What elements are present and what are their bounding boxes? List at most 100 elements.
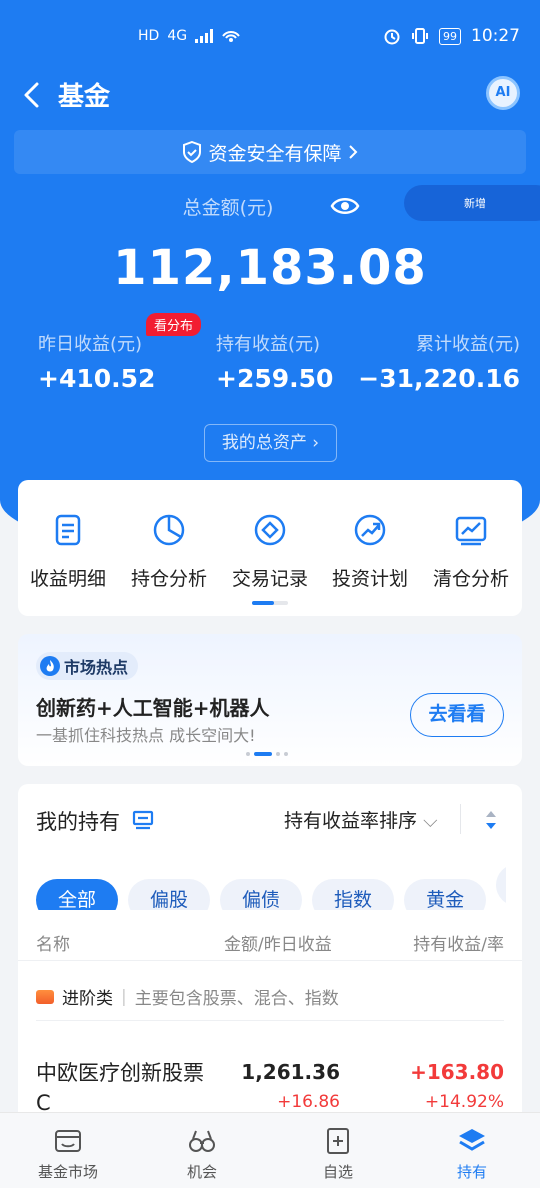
- vibrate-icon: [412, 28, 428, 44]
- chip-gold[interactable]: 黄金: [404, 879, 487, 910]
- tool-income-detail[interactable]: 收益明细: [18, 512, 118, 591]
- tool-label: 清仓分析: [432, 568, 509, 590]
- tool-label: 交易记录: [231, 568, 308, 590]
- tab-label: 持有: [456, 1163, 487, 1181]
- carousel-dot: [246, 752, 250, 756]
- category-icon: [36, 989, 54, 1004]
- tool-investment-plan[interactable]: 投资计划: [320, 512, 420, 591]
- stat-value: −31,220.16: [358, 364, 520, 393]
- battery-indicator: 99: [439, 27, 461, 45]
- carousel-dot-active: [254, 752, 272, 756]
- fire-icon: [40, 656, 60, 676]
- stat-label: 累计收益(元): [415, 334, 520, 355]
- tool-clearance-analysis[interactable]: 清仓分析: [421, 512, 521, 591]
- network-icon: 4G: [167, 28, 188, 44]
- carousel-dots: [246, 752, 288, 756]
- column-header-amount: 金额/昨日收益: [224, 935, 332, 955]
- carousel-dot: [284, 752, 288, 756]
- tab-label: 基金市场: [37, 1163, 98, 1181]
- tool-label: 持仓分析: [130, 568, 207, 590]
- status-right: 99 10:27: [383, 26, 520, 46]
- ai-assistant-icon[interactable]: AI: [486, 76, 520, 110]
- total-amount: 112,183.08: [113, 240, 427, 296]
- screen-icon[interactable]: [132, 809, 154, 831]
- column-header-holding: 持有收益/率: [413, 935, 504, 955]
- tool-label: 收益明细: [29, 568, 106, 590]
- promo-mini-card[interactable]: 新增: [404, 185, 540, 221]
- tool-transactions[interactable]: 交易记录: [220, 512, 320, 591]
- growth-icon: [354, 514, 386, 546]
- pie-chart-icon: [153, 514, 185, 546]
- fund-amount: 1,261.36: [241, 1060, 340, 1084]
- market-hot-tag: 市场热点: [36, 652, 139, 680]
- hot-title: 创新药+人工智能+机器人: [36, 696, 270, 720]
- safety-banner[interactable]: 资金安全有保障: [14, 130, 526, 174]
- fund-holding-income: +163.80: [410, 1060, 504, 1084]
- divider: [36, 1020, 504, 1021]
- hot-tag-label: 市场热点: [64, 658, 129, 677]
- column-header-name: 名称: [36, 935, 70, 955]
- filter-chips: 全部 偏股 偏债 指数 黄金: [36, 864, 506, 910]
- tab-fund-market[interactable]: 基金市场: [18, 1125, 118, 1182]
- status-bar: HD 4G 99 10:27: [0, 0, 540, 74]
- chip-index[interactable]: 指数: [312, 879, 395, 910]
- market-icon: [55, 1130, 81, 1152]
- stat-label: 持有收益(元): [216, 334, 321, 355]
- go-see-button[interactable]: 去看看: [410, 693, 504, 737]
- status-left: HD 4G: [138, 28, 241, 44]
- holdings-title: 我的持有: [36, 810, 120, 834]
- chip-all[interactable]: 全部: [36, 879, 119, 910]
- tab-label: 机会: [186, 1163, 217, 1181]
- divider: [460, 804, 461, 834]
- sort-toggle-icon[interactable]: [484, 808, 498, 832]
- category-row: 进阶类 | 主要包含股票、混合、指数: [36, 984, 339, 1009]
- stat-cumulative[interactable]: 累计收益(元) −31,220.16: [358, 330, 520, 393]
- tool-position-analysis[interactable]: 持仓分析: [119, 512, 219, 591]
- hot-subtitle: 一基抓住科技热点 成长空间大!: [36, 726, 256, 745]
- total-assets-button[interactable]: 我的总资产 ›: [204, 424, 337, 462]
- carousel-dot: [276, 752, 280, 756]
- fund-yesterday-income: +16.86: [277, 1092, 340, 1112]
- chip-equity[interactable]: 偏股: [128, 879, 211, 910]
- tab-opportunity[interactable]: 机会: [152, 1125, 252, 1182]
- category-description: 主要包含股票、混合、指数: [134, 989, 339, 1009]
- hd-icon: HD: [138, 28, 160, 44]
- tools-scroll-indicator-active: [252, 601, 274, 605]
- fund-holding-rate: +14.92%: [424, 1092, 504, 1112]
- clock: 10:27: [471, 26, 520, 46]
- signal-icon: [195, 29, 214, 43]
- coin-icon: [254, 514, 286, 546]
- alarm-icon: [384, 29, 400, 45]
- category-separator: |: [121, 986, 127, 1007]
- eye-icon[interactable]: [330, 194, 360, 218]
- nav-bar: 基金 AI: [0, 70, 540, 120]
- tool-label: 投资计划: [331, 568, 408, 590]
- divider: [18, 960, 522, 961]
- back-arrow-icon[interactable]: [20, 80, 44, 110]
- page-title: 基金: [58, 82, 111, 112]
- tab-label: 自选: [322, 1163, 353, 1181]
- chart-box-icon: [455, 516, 487, 546]
- stat-label: 昨日收益(元): [38, 334, 143, 355]
- stat-yesterday[interactable]: 昨日收益(元) +410.52: [38, 330, 155, 393]
- tab-holdings[interactable]: 持有: [422, 1125, 522, 1182]
- binoculars-icon: [189, 1130, 215, 1152]
- category-name: 进阶类: [62, 989, 113, 1009]
- market-hot-card[interactable]: 市场热点 创新药+人工智能+机器人 一基抓住科技热点 成长空间大! 去看看: [18, 634, 522, 766]
- fund-name: 中欧医疗创新股票C: [36, 1061, 204, 1115]
- sort-selector[interactable]: 持有收益率排序 ⌵: [284, 806, 437, 833]
- shield-icon: [183, 141, 202, 163]
- stat-holding[interactable]: 持有收益(元) +259.50: [216, 330, 333, 393]
- bottom-tab-bar: 基金市场 机会 自选 持有: [0, 1112, 540, 1188]
- stat-value: +410.52: [38, 364, 156, 393]
- layers-icon: [459, 1129, 485, 1151]
- chevron-right-icon: [348, 145, 357, 159]
- tools-card: 收益明细 持仓分析 交易记录 投资计划 清仓分析: [18, 480, 522, 616]
- hotspot-icon: [222, 31, 240, 42]
- document-icon: [55, 514, 81, 546]
- chip-more[interactable]: [496, 864, 506, 906]
- tab-favorites[interactable]: 自选: [288, 1125, 388, 1182]
- chip-bond[interactable]: 偏债: [220, 879, 303, 910]
- safety-label: 资金安全有保障: [208, 142, 342, 165]
- stat-value: +259.50: [216, 364, 334, 393]
